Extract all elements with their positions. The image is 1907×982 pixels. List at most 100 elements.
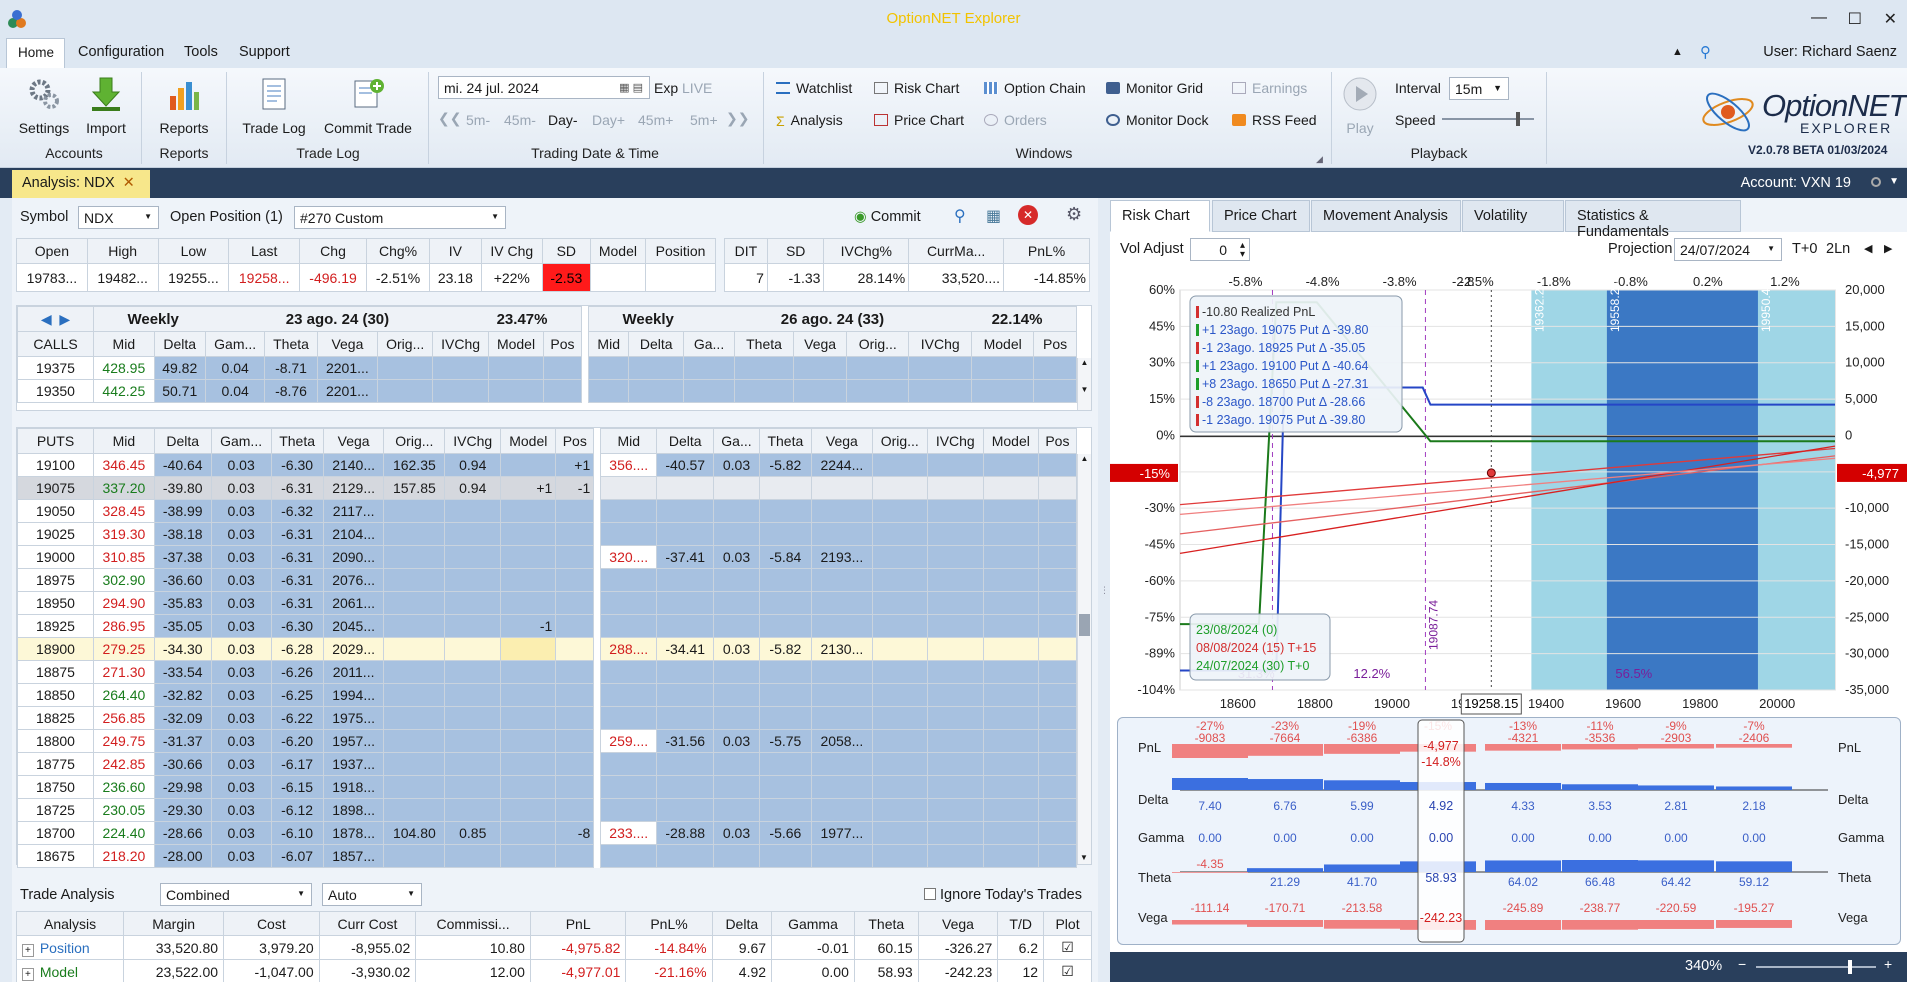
analysis-header[interactable]: PnL% — [625, 911, 713, 936]
cell-vega[interactable]: 2029... — [322, 637, 385, 661]
column-header[interactable]: Delta — [656, 428, 715, 454]
cell-vega[interactable]: 2104... — [322, 522, 385, 546]
calls-scrollbar[interactable]: ▲ ▼ — [1077, 358, 1091, 410]
cell-vega[interactable]: 2201... — [316, 356, 379, 380]
cell-right[interactable] — [758, 683, 812, 707]
step-back-icon[interactable]: ❮❮ — [438, 110, 461, 127]
play-button[interactable]: Play — [1338, 76, 1382, 136]
cell-right[interactable] — [758, 706, 812, 730]
cell-pos[interactable] — [555, 637, 595, 661]
cell-pos[interactable] — [555, 591, 595, 615]
column-header[interactable]: Theta — [734, 331, 794, 357]
option-row[interactable]: 18850 264.40 -32.82 0.03 -6.25 1994... — [17, 683, 1078, 707]
cell-orig[interactable] — [383, 637, 446, 661]
cell-right[interactable] — [600, 775, 658, 799]
cell-right[interactable] — [926, 476, 984, 500]
tab-movement-analysis[interactable]: Movement Analysis — [1311, 200, 1461, 232]
cell-right[interactable] — [758, 476, 812, 500]
analysis-header[interactable]: Cost — [223, 911, 320, 936]
cell-right[interactable] — [982, 499, 1039, 523]
cell-right[interactable] — [792, 356, 848, 380]
column-header[interactable]: IVChg — [908, 331, 973, 357]
cell-right[interactable] — [758, 844, 812, 868]
cell-right[interactable] — [1037, 775, 1078, 799]
cell-mid[interactable]: 302.90 — [93, 568, 155, 592]
cell-delta[interactable]: -28.66 — [153, 821, 212, 845]
cell-right[interactable] — [1037, 614, 1078, 638]
cell-right[interactable] — [600, 591, 658, 615]
cell-right[interactable] — [926, 545, 984, 569]
cell-right[interactable] — [713, 660, 760, 684]
cell-vega[interactable]: 2201... — [316, 379, 379, 403]
cell-right[interactable] — [713, 706, 760, 730]
cell-ivchg[interactable] — [444, 522, 502, 546]
cell-ivchg[interactable] — [444, 752, 502, 776]
cell-right[interactable] — [982, 752, 1039, 776]
position-select[interactable]: #270 Custom ▼ — [294, 206, 506, 229]
cell-theta[interactable]: -6.32 — [270, 499, 324, 523]
next-projection-icon[interactable]: ▶ — [1884, 242, 1892, 255]
cell-right[interactable] — [982, 614, 1039, 638]
column-header[interactable]: Gam... — [204, 331, 266, 357]
cell-vega[interactable]: 2076... — [322, 568, 385, 592]
column-header[interactable]: Delta — [153, 331, 206, 357]
cell-model[interactable] — [500, 706, 557, 730]
cell-right[interactable] — [713, 844, 760, 868]
cell-mid[interactable]: 264.40 — [93, 683, 155, 707]
cell-right[interactable] — [982, 683, 1039, 707]
cell-orig[interactable]: 104.80 — [383, 821, 446, 845]
cell-right[interactable] — [982, 729, 1039, 753]
cell-gamma[interactable]: 0.03 — [210, 614, 272, 638]
column-header[interactable]: Vega — [810, 428, 873, 454]
cell-right[interactable] — [971, 379, 1035, 403]
cell-model[interactable] — [500, 545, 557, 569]
cell-right[interactable] — [982, 798, 1039, 822]
cell-gamma[interactable]: 0.03 — [210, 522, 272, 546]
cell-delta[interactable]: -39.80 — [153, 476, 212, 500]
column-header[interactable]: Model — [971, 331, 1035, 357]
cell-mid[interactable]: 346.45 — [93, 453, 155, 477]
cell-delta[interactable]: 50.71 — [153, 379, 206, 403]
column-header[interactable]: Orig... — [846, 331, 910, 357]
cell-right[interactable] — [600, 499, 658, 523]
cell-right[interactable] — [810, 591, 873, 615]
cell-right[interactable] — [871, 775, 928, 799]
cell-right[interactable]: 320.... — [600, 545, 658, 569]
cell-right[interactable] — [600, 706, 658, 730]
cell-right[interactable] — [810, 798, 873, 822]
cell-ivchg[interactable]: 0.94 — [444, 453, 502, 477]
cell-right[interactable] — [926, 637, 984, 661]
column-header[interactable]: Theta — [758, 428, 812, 454]
cell-gamma[interactable]: 0.03 — [210, 821, 272, 845]
cell-vega[interactable]: 1857... — [322, 844, 385, 868]
cell-model[interactable] — [500, 729, 557, 753]
cell-orig[interactable] — [377, 379, 434, 403]
expand-icon[interactable]: + — [22, 943, 34, 957]
column-header[interactable]: Theta — [264, 331, 318, 357]
cell-right[interactable] — [1037, 499, 1078, 523]
cell-vega[interactable]: 1878... — [322, 821, 385, 845]
cell-vega[interactable]: 1937... — [322, 752, 385, 776]
cell-right[interactable] — [871, 476, 928, 500]
legend-entry[interactable]: -1 23ago. 18925 Put Δ -35.05 — [1202, 341, 1365, 355]
option-row[interactable]: 19100 346.45 -40.64 0.03 -6.30 2140... 162.35 0… — [17, 453, 1078, 477]
cell-mid[interactable]: 242.85 — [93, 752, 155, 776]
monitor-grid-button[interactable]: Monitor Grid — [1106, 80, 1203, 96]
cell-right[interactable] — [1037, 683, 1078, 707]
cell-right[interactable] — [656, 660, 715, 684]
option-row[interactable]: 19025 319.30 -38.18 0.03 -6.31 2104... — [17, 522, 1078, 546]
cell-gamma[interactable]: 0.03 — [210, 844, 272, 868]
column-header[interactable]: Orig... — [871, 428, 928, 454]
cell-theta[interactable]: -8.76 — [264, 379, 318, 403]
cell-theta[interactable]: -6.20 — [270, 729, 324, 753]
cell-vega[interactable]: 1975... — [322, 706, 385, 730]
cell-right[interactable] — [810, 614, 873, 638]
expand-icon[interactable]: + — [22, 967, 34, 981]
cell-right[interactable] — [926, 499, 984, 523]
analysis-header[interactable]: Plot — [1043, 911, 1092, 936]
reports-button[interactable]: Reports — [156, 76, 212, 136]
cell-right[interactable] — [1037, 522, 1078, 546]
cell-pos[interactable] — [555, 844, 595, 868]
cell-right[interactable]: 2058... — [810, 729, 873, 753]
cell-model[interactable] — [500, 637, 557, 661]
